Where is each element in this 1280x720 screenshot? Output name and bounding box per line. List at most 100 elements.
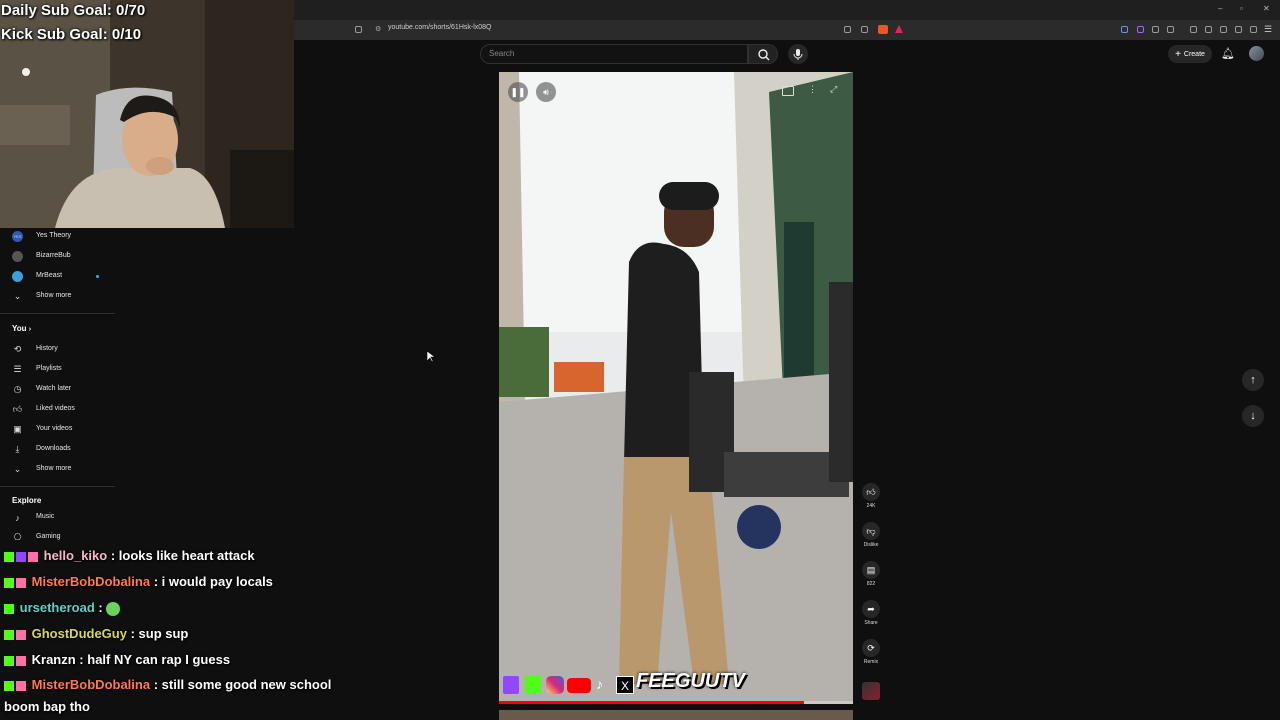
chevron-right-icon: › bbox=[28, 326, 32, 333]
fullscreen-icon[interactable]: ⤢ bbox=[830, 84, 837, 95]
volume-icon: 🔊︎ bbox=[543, 86, 549, 97]
next-short-preview[interactable] bbox=[499, 710, 853, 720]
dislike-action[interactable]: 👎︎ Dislike bbox=[862, 522, 880, 548]
thumbs-up-icon: 👍︎ bbox=[862, 483, 880, 501]
sidebar-item-label: Music bbox=[36, 513, 55, 520]
sidebar-item-history[interactable]: ⟲ History bbox=[0, 340, 115, 360]
url-text[interactable]: youtube.com/shorts/61Hsk-lx08Q bbox=[388, 24, 492, 31]
close-window-button[interactable]: ✕ bbox=[1263, 4, 1270, 13]
chat-username: ursetheroad bbox=[19, 600, 95, 615]
sidebar-explore-heading: Explore bbox=[12, 496, 42, 505]
emote-badge-icon bbox=[16, 655, 26, 666]
sidebar-item-mrbeast[interactable]: MrBeast bbox=[0, 267, 115, 287]
chat-username: MisterBobDobalina bbox=[31, 574, 151, 589]
sidebar-item-label: History bbox=[36, 345, 58, 352]
chat-username: GhostDudeGuy bbox=[31, 626, 127, 641]
chat-separator: : bbox=[150, 574, 162, 589]
sidebar-item-gaming[interactable]: ⎔ Gaming bbox=[0, 528, 115, 548]
sidebar-item-playlists[interactable]: ☰ Playlists bbox=[0, 360, 115, 380]
share-icon: ➦ bbox=[862, 600, 880, 618]
like-count: 24K bbox=[866, 503, 876, 509]
shield-icon[interactable] bbox=[1250, 26, 1257, 33]
channel-avatar: YES bbox=[12, 231, 23, 242]
extension-icon[interactable] bbox=[1137, 26, 1144, 33]
kick-badge-icon bbox=[4, 629, 14, 640]
maximize-button[interactable]: ▫ bbox=[1240, 4, 1243, 13]
account-avatar[interactable] bbox=[1249, 46, 1264, 61]
create-button[interactable]: + Create bbox=[1168, 45, 1212, 63]
chat-text: i would pay locals bbox=[161, 574, 273, 589]
sidebar-you-show-more[interactable]: ⌄ Show more bbox=[0, 460, 115, 480]
bookmark-icon[interactable] bbox=[355, 26, 362, 33]
extension-icon[interactable] bbox=[1121, 26, 1128, 33]
like-action[interactable]: 👍︎ 24K bbox=[862, 483, 880, 509]
sidebar-you-heading[interactable]: You › bbox=[12, 324, 31, 333]
wallet-icon[interactable] bbox=[1220, 26, 1227, 33]
media-icon[interactable] bbox=[1190, 26, 1197, 33]
microphone-icon bbox=[793, 49, 803, 60]
shorts-video-player[interactable] bbox=[499, 72, 853, 704]
twitch-icon bbox=[503, 676, 519, 694]
pause-button[interactable]: ❚❚ bbox=[508, 82, 528, 102]
sidebar-item-liked-videos[interactable]: 👍︎ Liked videos bbox=[0, 400, 115, 420]
sidebar-item-label: MrBeast bbox=[36, 272, 63, 279]
chat-message: hello_kiko : looks like heart attack bbox=[4, 548, 255, 563]
comment-icon: ▤ bbox=[862, 561, 880, 579]
sidebar-item-yes-theory[interactable]: YES Yes Theory bbox=[0, 227, 115, 247]
sidebar-item-music[interactable]: ♪ Music bbox=[0, 508, 115, 528]
you-heading-label: You bbox=[12, 324, 27, 333]
share-page-icon[interactable] bbox=[861, 26, 868, 33]
pause-icon: ❚❚ bbox=[510, 86, 526, 97]
search-icon bbox=[758, 49, 770, 61]
search-input[interactable] bbox=[480, 44, 748, 64]
comment-count: 822 bbox=[866, 581, 876, 587]
extension-icon[interactable] bbox=[1167, 26, 1174, 33]
captions-icon[interactable] bbox=[782, 86, 794, 96]
vpn-icon[interactable] bbox=[1235, 26, 1242, 33]
previous-short-button[interactable]: ↑ bbox=[1242, 369, 1264, 391]
menu-icon[interactable]: ☰ bbox=[1264, 24, 1272, 35]
thumbs-down-icon: 👎︎ bbox=[862, 522, 880, 540]
chat-username: hello_kiko bbox=[43, 548, 108, 563]
volume-button[interactable]: 🔊︎ bbox=[536, 82, 556, 102]
share-action[interactable]: ➦ Share bbox=[862, 600, 880, 626]
sidebar-item-your-videos[interactable]: ▣ Your videos bbox=[0, 420, 115, 440]
thumbs-up-icon: 👍︎ bbox=[12, 404, 23, 414]
sidebar-toggle-icon[interactable] bbox=[1205, 26, 1212, 33]
chat-separator: : bbox=[75, 652, 88, 667]
sidebar-item-label: Watch later bbox=[36, 385, 72, 392]
sidebar-item-bizarrebub[interactable]: BizarreBub bbox=[0, 247, 115, 267]
page-action-icon[interactable] bbox=[844, 26, 851, 33]
notifications-bell-icon[interactable]: 🔔︎ bbox=[1221, 47, 1235, 60]
search-button[interactable] bbox=[748, 44, 778, 64]
sidebar-subs-show-more[interactable]: ⌄ Show more bbox=[0, 287, 115, 307]
remix-action[interactable]: ⟳ Remix bbox=[862, 639, 880, 665]
next-short-button[interactable]: ↓ bbox=[1242, 405, 1264, 427]
rewards-icon[interactable] bbox=[895, 25, 903, 33]
site-info-icon[interactable]: ⚙ bbox=[375, 25, 381, 33]
history-icon: ⟲ bbox=[13, 344, 22, 354]
kick-sub-goal: Kick Sub Goal: 0/10 bbox=[1, 26, 142, 43]
more-options-icon[interactable]: ⋮ bbox=[808, 84, 817, 95]
channel-avatar bbox=[12, 271, 23, 282]
kick-badge-icon bbox=[4, 603, 14, 614]
chat-message-continuation: boom bap tho bbox=[4, 699, 90, 714]
sidebar-item-downloads[interactable]: ⤓ Downloads bbox=[0, 440, 115, 460]
voice-search-button[interactable] bbox=[788, 44, 808, 64]
chat-message: ursetheroad : bbox=[4, 600, 122, 616]
comments-action[interactable]: ▤ 822 bbox=[862, 561, 880, 587]
emote-badge-icon bbox=[16, 577, 26, 588]
your-videos-icon: ▣ bbox=[13, 424, 22, 434]
kick-badge-icon bbox=[4, 551, 14, 562]
chat-message: MisterBobDobalina : still some good new … bbox=[4, 677, 331, 692]
sidebar-item-label: Gaming bbox=[36, 533, 61, 540]
minimize-button[interactable]: – bbox=[1218, 4, 1222, 13]
sidebar-item-watch-later[interactable]: ◷ Watch later bbox=[0, 380, 115, 400]
kick-icon bbox=[525, 676, 541, 694]
brave-shield-icon[interactable] bbox=[878, 25, 888, 34]
extensions-puzzle-icon[interactable] bbox=[1152, 26, 1159, 33]
download-icon: ⤓ bbox=[15, 444, 20, 454]
chat-separator: : bbox=[107, 548, 119, 563]
daily-sub-goal: Daily Sub Goal: 0/70 bbox=[1, 2, 146, 19]
sound-thumbnail[interactable] bbox=[862, 682, 880, 700]
